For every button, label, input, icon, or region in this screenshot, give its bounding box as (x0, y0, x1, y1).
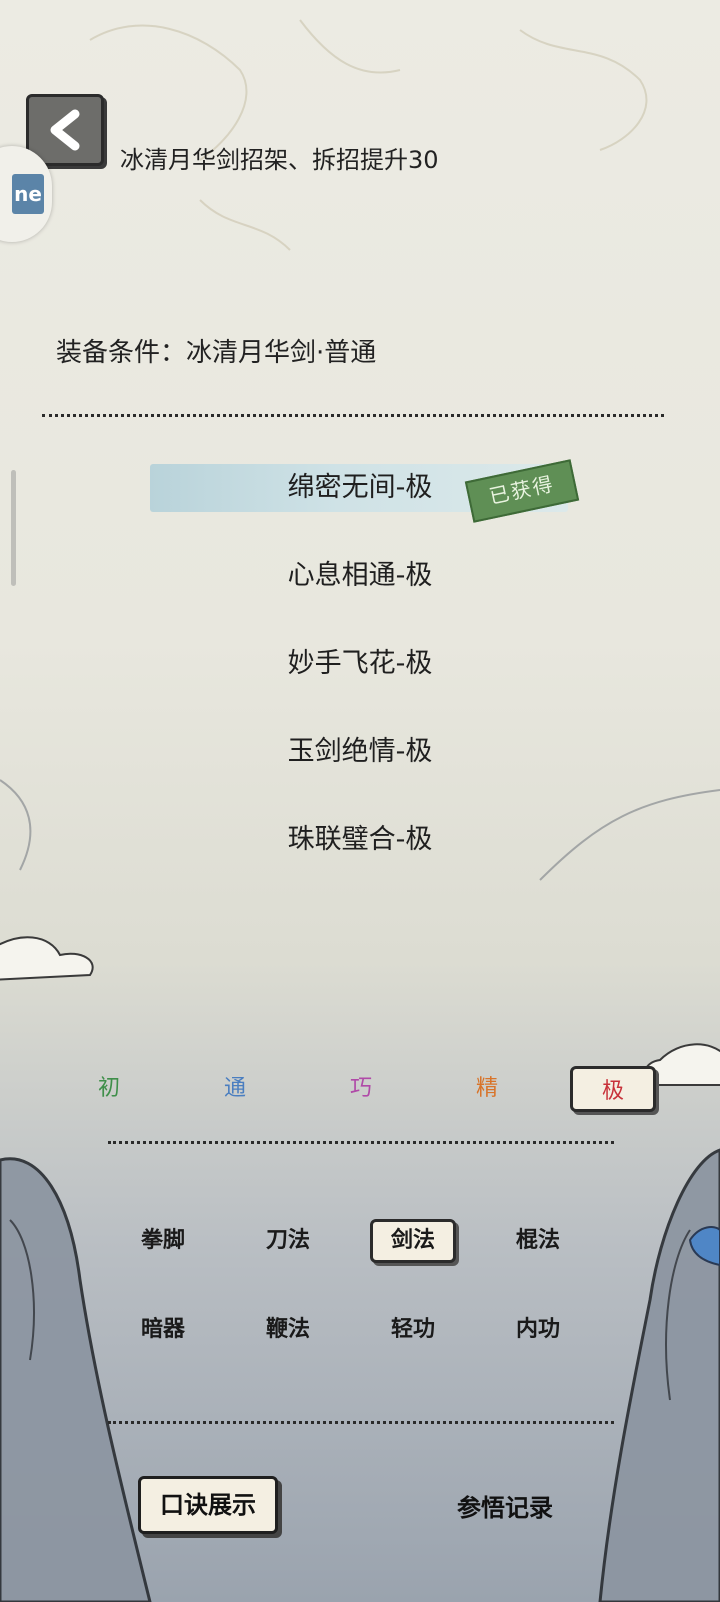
move-item[interactable]: 玉剑绝情-极 (0, 722, 720, 782)
side-tab-label: ne (12, 174, 44, 214)
category-tab-quanjiao[interactable]: 拳脚 (120, 1219, 206, 1263)
category-label: 轻功 (390, 1317, 435, 1342)
grade-label: 巧 (349, 1076, 372, 1101)
grade-tab-qiao[interactable]: 巧 (318, 1066, 404, 1112)
equip-condition: 装备条件：冰清月华剑·普通 (56, 338, 377, 368)
category-tab-neigong[interactable]: 内功 (495, 1308, 581, 1352)
grade-label: 精 (475, 1076, 498, 1101)
category-label: 鞭法 (265, 1317, 310, 1342)
grade-label: 初 (97, 1076, 120, 1101)
divider-middle (108, 1141, 614, 1144)
category-tab-anqi[interactable]: 暗器 (120, 1308, 206, 1352)
comprehension-record-button[interactable]: 参悟记录 (440, 1488, 570, 1523)
move-item[interactable]: 绵密无间-极 (0, 458, 720, 518)
category-label: 暗器 (140, 1317, 185, 1342)
category-tab-gunfa[interactable]: 棍法 (495, 1219, 581, 1263)
chevron-left-icon (50, 109, 80, 151)
move-item[interactable]: 心息相通-极 (0, 546, 720, 606)
grade-tab-chu[interactable]: 初 (66, 1066, 152, 1112)
move-label: 心息相通-极 (287, 560, 433, 591)
move-label: 妙手飞花-极 (287, 648, 433, 679)
grade-label: 通 (223, 1076, 246, 1101)
divider-top (42, 414, 664, 417)
category-label: 内功 (515, 1317, 560, 1342)
skill-description: 冰清月华剑招架、拆招提升30 (120, 146, 439, 174)
move-label: 珠联璧合-极 (287, 824, 433, 855)
grade-tabs: 初 通 巧 精 极 (0, 1066, 720, 1126)
category-label: 棍法 (515, 1228, 560, 1253)
category-label: 刀法 (265, 1228, 310, 1253)
move-item[interactable]: 妙手飞花-极 (0, 634, 720, 694)
grade-tab-tong[interactable]: 通 (192, 1066, 278, 1112)
ink-landscape-background (0, 19, 720, 1602)
category-tab-bianfa[interactable]: 鞭法 (245, 1308, 331, 1352)
category-tab-qinggong[interactable]: 轻功 (370, 1308, 456, 1352)
show-formula-button[interactable]: 口诀展示 (138, 1476, 278, 1534)
move-item[interactable]: 珠联璧合-极 (0, 810, 720, 870)
category-label: 拳脚 (140, 1228, 185, 1253)
category-tab-jianfa[interactable]: 剑法 (370, 1219, 456, 1263)
move-label: 玉剑绝情-极 (287, 736, 433, 767)
category-label: 剑法 (390, 1228, 435, 1253)
grade-label: 极 (601, 1079, 624, 1104)
grade-tab-jing[interactable]: 精 (444, 1066, 530, 1112)
move-label: 绵密无间-极 (287, 472, 433, 503)
divider-bottom (108, 1421, 614, 1424)
category-tab-daofa[interactable]: 刀法 (245, 1219, 331, 1263)
grade-tab-ji[interactable]: 极 (570, 1066, 656, 1112)
